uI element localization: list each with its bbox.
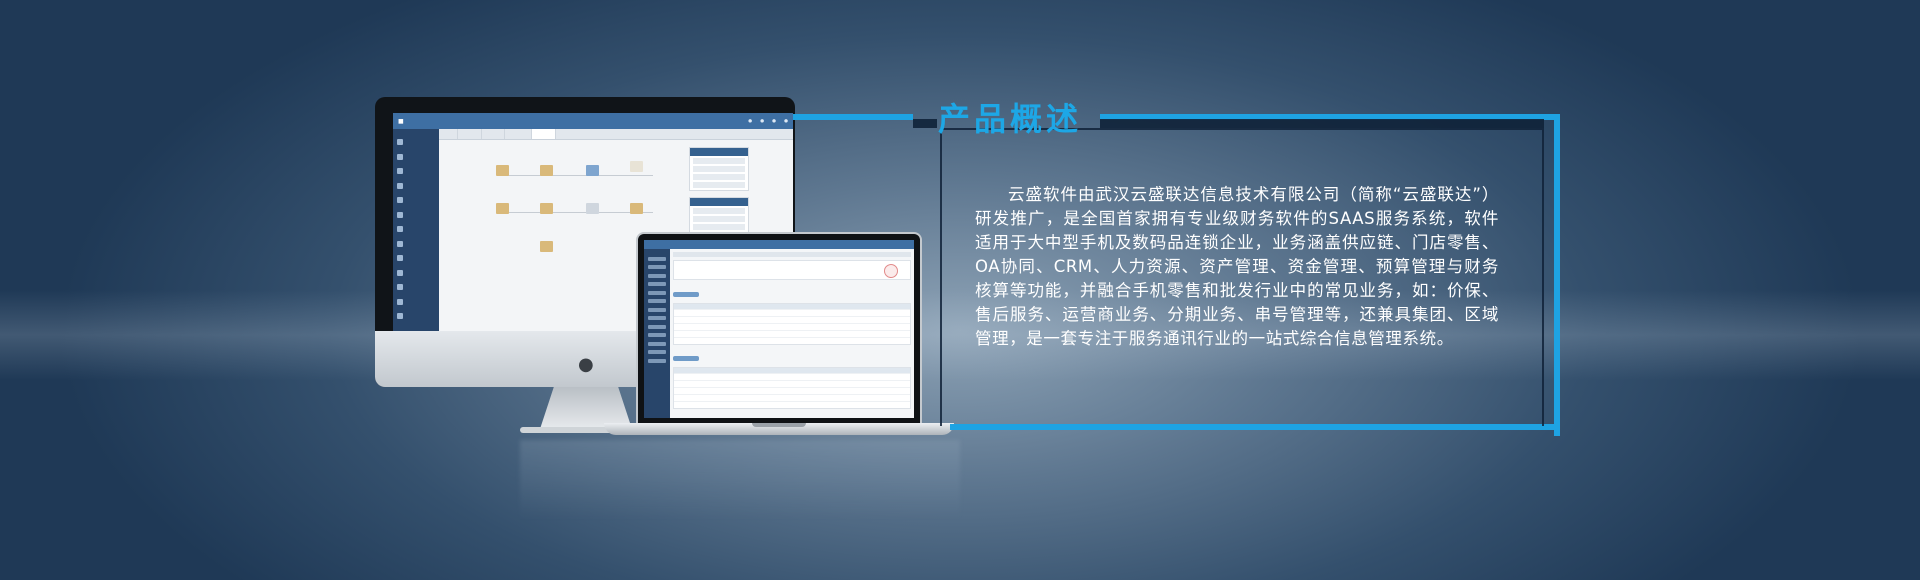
laptop-section-chip — [673, 356, 699, 361]
sidebar-item — [393, 208, 439, 223]
device-reflection — [520, 440, 960, 520]
frame-shadow-line — [1100, 119, 1544, 128]
tab — [458, 129, 482, 139]
seal-stamp-icon — [884, 264, 898, 278]
sidebar-item — [393, 193, 439, 208]
flow-node — [577, 165, 607, 176]
tab — [439, 129, 459, 139]
sidebar-item — [393, 222, 439, 237]
sidebar-item — [393, 135, 439, 150]
top-action: ● — [772, 118, 777, 124]
laptop-app-sidebar — [644, 249, 670, 418]
laptop-tab-bar — [673, 252, 911, 257]
flow-node — [531, 165, 561, 176]
tab — [505, 129, 532, 139]
laptop-section-chip — [673, 292, 699, 297]
flow-node — [621, 203, 651, 214]
tab-bar — [439, 129, 793, 140]
sidebar-item — [393, 280, 439, 295]
frame-accent-line — [793, 114, 913, 120]
section-title: 产品概述 — [937, 100, 1082, 138]
sidebar-item — [393, 179, 439, 194]
sidebar-item — [393, 237, 439, 252]
app-topbar: ■ ● ● ● ● — [393, 113, 793, 129]
sidebar-item — [393, 309, 439, 324]
app-top-actions: ● ● ● ● — [748, 119, 788, 124]
laptop-table — [673, 303, 911, 345]
laptop-screen-screenshot — [644, 240, 914, 418]
app-logo: ■ — [398, 117, 404, 125]
flow-node — [577, 203, 607, 214]
flow-node — [621, 161, 651, 172]
laptop-form — [673, 260, 911, 280]
flow-node — [531, 203, 561, 214]
app-sidebar — [393, 129, 439, 331]
sidebar-item — [393, 295, 439, 310]
top-action: ● — [748, 118, 753, 124]
frame-accent-line — [1554, 114, 1560, 436]
apple-logo-icon: ● — [578, 354, 594, 375]
sidebar-item — [393, 251, 439, 266]
sidebar-item — [393, 266, 439, 281]
tab — [482, 129, 506, 139]
flow-node — [531, 241, 561, 252]
laptop-app-main — [670, 249, 914, 418]
product-description: 云盛软件由武汉云盛联达信息技术有限公司（简称“云盛联达”）研发推广，是全国首家拥… — [975, 185, 1499, 348]
flow-node — [487, 165, 517, 176]
side-panel — [689, 147, 749, 191]
top-action: ● — [760, 118, 765, 124]
laptop-app-topbar — [644, 240, 914, 249]
tab-active — [531, 129, 556, 139]
sidebar-item — [393, 150, 439, 165]
top-action: ● — [784, 118, 788, 124]
laptop-table — [673, 367, 911, 409]
side-panel — [689, 197, 749, 233]
laptop-notch — [752, 423, 806, 427]
flow-node — [487, 203, 517, 214]
sidebar-item — [393, 164, 439, 179]
